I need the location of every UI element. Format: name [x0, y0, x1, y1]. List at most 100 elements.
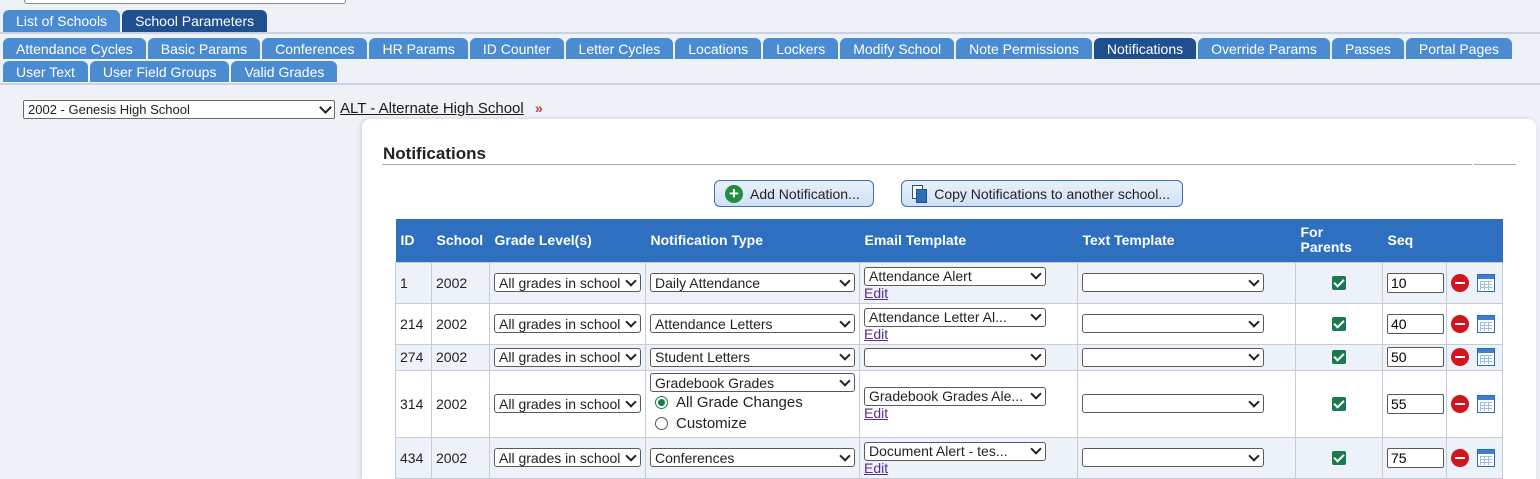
for-parents-checkbox[interactable] — [1332, 450, 1346, 465]
text-template-select[interactable] — [1082, 314, 1264, 333]
radio-empty-icon — [655, 417, 668, 430]
col-notification-type: Notification Type — [645, 219, 860, 262]
alternate-school-link[interactable]: ALT - Alternate High School — [340, 100, 524, 117]
radio-customize[interactable]: Customize — [655, 413, 855, 434]
cell-school: 2002 — [431, 261, 490, 304]
text-template-select[interactable] — [1082, 273, 1264, 292]
grade-level-value: All grades in school — [499, 349, 621, 365]
notification-type-value: Gradebook Grades — [655, 374, 775, 391]
tab-note-permissions[interactable]: Note Permissions — [956, 38, 1092, 59]
email-template-value: Document Alert - tes... — [869, 443, 1008, 459]
notification-type-value: Daily Attendance — [655, 274, 761, 291]
delete-icon[interactable] — [1451, 314, 1469, 333]
tab-locations[interactable]: Locations — [675, 38, 762, 59]
radio-all-label: All Grade Changes — [676, 394, 803, 411]
chevron-down-icon — [839, 349, 851, 361]
sub-tabs-row2: User Text User Field Groups Valid Grades — [1, 61, 338, 82]
col-grade-levels: Grade Level(s) — [489, 219, 646, 262]
tab-user-field-groups[interactable]: User Field Groups — [89, 61, 230, 82]
for-parents-checkbox[interactable] — [1332, 350, 1346, 364]
email-template-select[interactable]: Attendance Alert — [864, 266, 1046, 286]
for-parents-checkbox[interactable] — [1332, 316, 1346, 331]
tab-letter-cycles[interactable]: Letter Cycles — [565, 38, 674, 59]
email-template-select[interactable]: Gradebook Grades Ale... — [864, 386, 1046, 406]
notification-type-value: Student Letters — [655, 349, 750, 365]
tab-portal-pages[interactable]: Portal Pages — [1405, 38, 1513, 59]
tab-passes[interactable]: Passes — [1331, 38, 1404, 59]
col-id: ID — [395, 219, 432, 262]
edit-email-template-link[interactable]: Edit — [864, 326, 1073, 342]
email-template-select[interactable]: Attendance Letter Al... — [864, 307, 1046, 327]
delete-icon[interactable] — [1451, 348, 1469, 366]
for-parents-checkbox[interactable] — [1332, 396, 1346, 411]
chevron-down-icon — [1030, 309, 1042, 321]
notification-type-select[interactable]: Attendance Letters — [650, 314, 855, 333]
school-select[interactable]: 2002 - Genesis High School — [23, 100, 335, 119]
calendar-icon[interactable] — [1477, 273, 1495, 292]
tab-valid-grades[interactable]: Valid Grades — [231, 61, 338, 82]
copy-notifications-button[interactable]: Copy Notifications to another school... — [901, 180, 1183, 207]
chevron-down-icon — [1030, 443, 1042, 455]
tab-list-of-schools[interactable]: List of Schools — [3, 10, 121, 32]
calendar-icon[interactable] — [1477, 314, 1495, 333]
tab-modify-school[interactable]: Modify School — [840, 38, 955, 59]
col-actions — [1446, 219, 1503, 262]
edit-email-template-link[interactable]: Edit — [864, 460, 1073, 476]
delete-icon[interactable] — [1451, 273, 1469, 292]
cell-id: 314 — [395, 369, 432, 438]
tab-hr-params[interactable]: HR Params — [369, 38, 468, 59]
tab-school-parameters[interactable]: School Parameters — [122, 10, 268, 32]
delete-icon[interactable] — [1451, 448, 1469, 467]
chevron-down-icon — [1248, 274, 1260, 287]
seq-input[interactable] — [1387, 447, 1444, 468]
tab-override-params[interactable]: Override Params — [1198, 38, 1330, 59]
grade-level-select[interactable]: All grades in school — [494, 314, 641, 333]
tab-user-text[interactable]: User Text — [3, 61, 88, 82]
email-template-select[interactable] — [864, 347, 1046, 367]
cell-school: 2002 — [431, 343, 490, 371]
add-notification-button[interactable]: + Add Notification... — [714, 180, 874, 207]
tab-notifications[interactable]: Notifications — [1093, 38, 1197, 59]
edit-email-template-link[interactable]: Edit — [864, 285, 1073, 301]
text-template-select[interactable] — [1082, 448, 1264, 467]
calendar-icon[interactable] — [1477, 348, 1495, 366]
tab-basic-params[interactable]: Basic Params — [147, 38, 261, 59]
chevron-down-icon — [839, 374, 851, 387]
seq-input[interactable] — [1387, 393, 1444, 414]
text-template-select[interactable] — [1082, 347, 1264, 367]
edit-email-template-link[interactable]: Edit — [864, 405, 1073, 421]
title-rule-end — [1474, 164, 1516, 165]
seq-input[interactable] — [1387, 272, 1444, 293]
grade-level-select[interactable]: All grades in school — [494, 347, 641, 367]
calendar-icon[interactable] — [1477, 448, 1495, 467]
grade-level-select[interactable]: All grades in school — [494, 273, 641, 292]
top-select-partial[interactable] — [24, 0, 346, 4]
grade-level-value: All grades in school — [499, 449, 621, 466]
notification-type-select[interactable]: Daily Attendance — [650, 273, 855, 292]
radio-all-grade-changes[interactable]: All Grade Changes — [655, 392, 855, 413]
notification-type-select[interactable]: Conferences — [650, 448, 855, 467]
chevron-down-icon — [625, 395, 637, 408]
chevron-down-icon — [839, 449, 851, 462]
delete-icon[interactable] — [1451, 394, 1469, 413]
grade-level-select[interactable]: All grades in school — [494, 448, 641, 467]
text-template-select[interactable] — [1082, 394, 1264, 413]
tab-id-counter[interactable]: ID Counter — [469, 38, 564, 59]
notifications-panel: Notifications + Add Notification... Copy… — [362, 119, 1536, 479]
seq-input[interactable] — [1387, 313, 1444, 334]
radio-customize-label: Customize — [676, 415, 747, 432]
notification-type-select[interactable]: Student Letters — [650, 347, 855, 367]
grade-level-select[interactable]: All grades in school — [494, 394, 641, 413]
calendar-icon[interactable] — [1477, 394, 1495, 413]
cell-id: 214 — [395, 302, 432, 345]
for-parents-checkbox[interactable] — [1332, 275, 1346, 290]
email-template-select[interactable]: Document Alert - tes... — [864, 441, 1046, 461]
grade-level-value: All grades in school — [499, 315, 621, 332]
notification-type-select[interactable]: Gradebook Grades — [650, 373, 855, 392]
tab-attendance-cycles[interactable]: Attendance Cycles — [3, 38, 146, 59]
seq-input[interactable] — [1387, 347, 1444, 367]
tab-lockers[interactable]: Lockers — [763, 38, 839, 59]
chevron-down-icon — [625, 449, 637, 462]
tab-conferences[interactable]: Conferences — [262, 38, 368, 59]
chevron-down-icon — [1248, 395, 1260, 408]
